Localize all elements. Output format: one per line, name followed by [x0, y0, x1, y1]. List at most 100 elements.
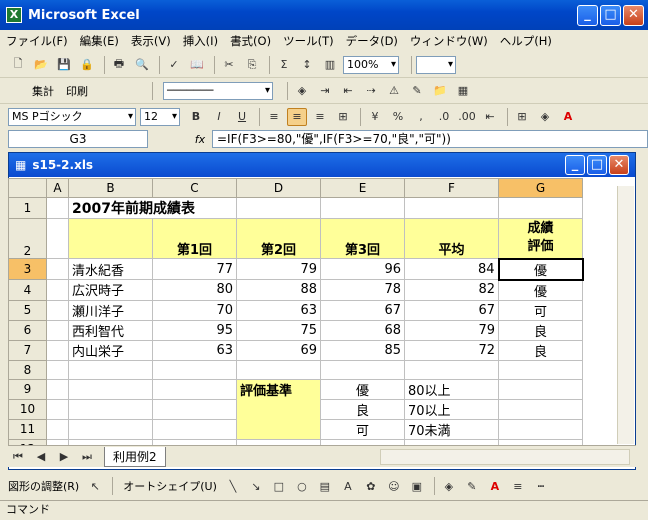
vertical-scrollbar[interactable] [617, 186, 634, 444]
average-cell[interactable]: 72 [404, 339, 499, 361]
score-cell[interactable]: 63 [236, 299, 321, 321]
merge-center-icon[interactable]: ⊞ [333, 108, 353, 126]
shuukei-button[interactable]: 集計 [32, 83, 54, 99]
row-header[interactable]: 1 [8, 197, 47, 219]
new-icon[interactable]: 🗋 [8, 56, 28, 74]
cell[interactable] [46, 197, 69, 219]
align-right-icon[interactable]: ≡ [310, 108, 330, 126]
underline-button[interactable]: U [232, 108, 252, 126]
cell[interactable] [46, 359, 69, 380]
criteria-grade[interactable]: 可 [320, 418, 405, 440]
criteria-label[interactable]: 評価基準 [236, 378, 321, 440]
permission-icon[interactable]: 🔒 [77, 56, 97, 74]
column-header[interactable]: E [320, 178, 405, 198]
prev-sheet-icon[interactable]: ◀ [31, 448, 51, 466]
header-cell[interactable]: 第1回 [152, 218, 237, 259]
line-icon[interactable]: ╲ [223, 477, 243, 495]
fill-color-icon[interactable]: ◈ [535, 108, 555, 126]
grade-cell[interactable]: 良 [498, 319, 583, 341]
cell[interactable] [46, 279, 69, 301]
cell[interactable] [68, 378, 153, 400]
cell[interactable] [152, 418, 237, 440]
wb-minimize-button[interactable]: _ [565, 155, 585, 175]
column-header[interactable]: D [236, 178, 321, 198]
line-style-icon[interactable]: ≡ [508, 477, 528, 495]
textbox-icon[interactable]: ▤ [315, 477, 335, 495]
cell[interactable] [498, 197, 583, 219]
maximize-button[interactable]: □ [600, 5, 621, 26]
header-cell[interactable] [68, 218, 153, 259]
menu-help[interactable]: ヘルプ(H) [500, 33, 552, 49]
row-header[interactable]: 3 [8, 258, 47, 280]
print-icon[interactable]: 🖶 [109, 56, 129, 74]
sheet-title[interactable]: 2007年前期成績表 [68, 197, 237, 219]
cell[interactable] [152, 359, 237, 380]
score-cell[interactable]: 88 [236, 279, 321, 301]
first-sheet-icon[interactable]: ⏮ [8, 448, 28, 466]
font-select[interactable]: MS Pゴシック [8, 107, 136, 126]
cell[interactable] [68, 398, 153, 420]
indent-decrease-icon[interactable]: ⇤ [480, 108, 500, 126]
sort-icon[interactable]: ↕ [297, 56, 317, 74]
menu-tools[interactable]: ツール(T) [283, 33, 334, 49]
column-header[interactable]: A [46, 178, 69, 198]
bold-button[interactable]: B [186, 108, 206, 126]
next-sheet-icon[interactable]: ▶ [54, 448, 74, 466]
formula-input[interactable]: =IF(F3>=80,"優",IF(F3>=70,"良","可")) [212, 130, 648, 148]
menu-edit[interactable]: 編集(E) [80, 33, 119, 49]
outdent-icon[interactable]: ⇤ [338, 82, 358, 100]
score-cell[interactable]: 80 [152, 279, 237, 301]
select-pointer-icon[interactable]: ↖ [85, 477, 105, 495]
comma-icon[interactable]: , [411, 108, 431, 126]
score-cell[interactable]: 79 [236, 258, 321, 280]
column-header[interactable]: C [152, 178, 237, 198]
cell[interactable] [404, 197, 499, 219]
name-cell[interactable]: 瀬川洋子 [68, 299, 153, 321]
cell[interactable] [152, 398, 237, 420]
header-cell[interactable]: 第2回 [236, 218, 321, 259]
name-cell[interactable]: 内山栄子 [68, 339, 153, 361]
score-cell[interactable]: 95 [152, 319, 237, 341]
autoshape-button[interactable]: オートシェイプ(U) [123, 478, 217, 494]
score-cell[interactable]: 70 [152, 299, 237, 321]
align-left-icon[interactable]: ≡ [264, 108, 284, 126]
score-cell[interactable]: 63 [152, 339, 237, 361]
save-icon[interactable]: 💾 [54, 56, 74, 74]
name-cell[interactable]: 西利智代 [68, 319, 153, 341]
toolbar-combo[interactable] [416, 55, 456, 74]
arrow-icon[interactable]: ↘ [246, 477, 266, 495]
wb-close-button[interactable]: ✕ [609, 155, 629, 175]
criteria-grade[interactable]: 優 [320, 378, 405, 400]
cell[interactable] [46, 258, 69, 280]
average-cell[interactable]: 67 [404, 299, 499, 321]
row-header[interactable]: 5 [8, 299, 47, 321]
font-size-select[interactable]: 12 [140, 107, 180, 126]
zoom-select[interactable]: 100% [343, 55, 399, 74]
cell[interactable] [46, 319, 69, 341]
cell[interactable] [236, 197, 321, 219]
name-cell[interactable]: 広沢時子 [68, 279, 153, 301]
clipart-icon[interactable]: ☺ [384, 477, 404, 495]
score-cell[interactable]: 75 [236, 319, 321, 341]
increase-decimal-icon[interactable]: .0 [434, 108, 454, 126]
row-header[interactable]: 6 [8, 319, 47, 341]
average-cell[interactable]: 79 [404, 319, 499, 341]
menu-format[interactable]: 書式(O) [230, 33, 271, 49]
score-cell[interactable]: 96 [320, 258, 405, 280]
row-header[interactable]: 7 [8, 339, 47, 361]
research-icon[interactable]: 📖 [187, 56, 207, 74]
average-cell[interactable]: 82 [404, 279, 499, 301]
cell[interactable] [152, 378, 237, 400]
cell[interactable] [236, 359, 321, 380]
chart-wizard-icon[interactable]: ▥ [320, 56, 340, 74]
cell[interactable] [320, 197, 405, 219]
cell[interactable] [498, 359, 583, 380]
currency-icon[interactable]: ¥ [365, 108, 385, 126]
header-cell[interactable]: 第3回 [320, 218, 405, 259]
cell[interactable] [68, 359, 153, 380]
column-header[interactable]: F [404, 178, 499, 198]
menu-view[interactable]: 表示(V) [131, 33, 171, 49]
cell[interactable] [46, 218, 69, 259]
cell[interactable] [46, 339, 69, 361]
cell[interactable] [498, 398, 583, 420]
